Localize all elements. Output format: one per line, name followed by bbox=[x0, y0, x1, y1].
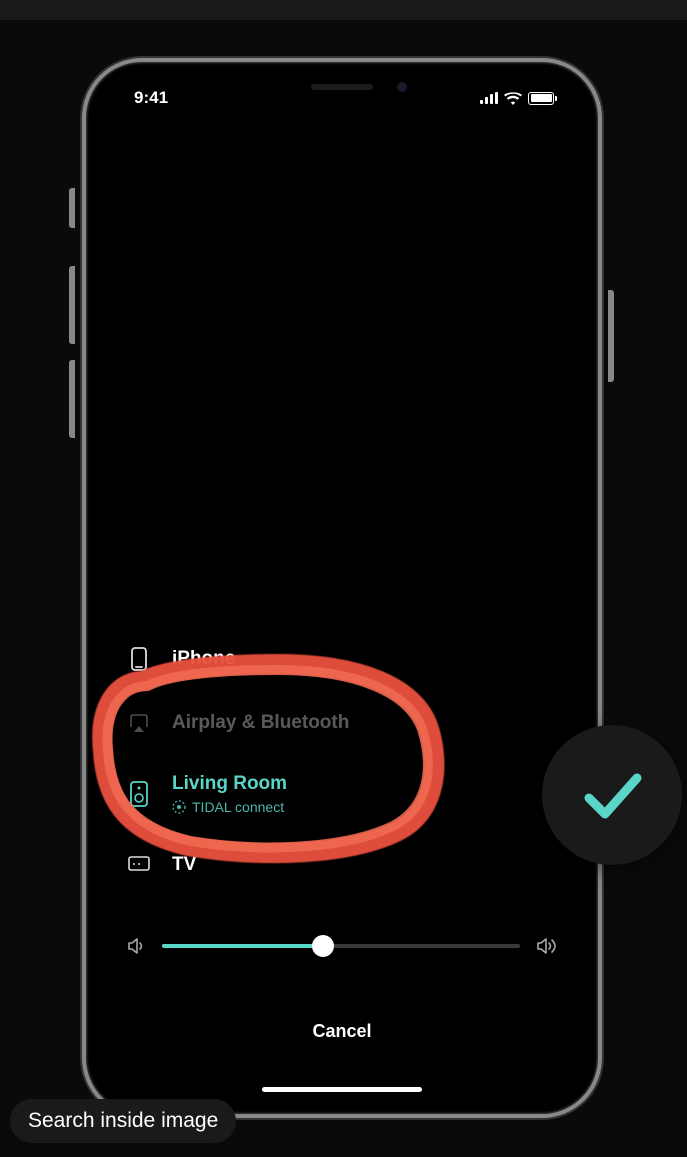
wifi-icon bbox=[504, 92, 522, 105]
volume-thumb[interactable] bbox=[312, 935, 334, 957]
status-bar: 9:41 bbox=[96, 86, 588, 110]
cancel-button[interactable]: Cancel bbox=[312, 1021, 371, 1042]
device-label: iPhone bbox=[172, 648, 235, 670]
tidal-connect-icon bbox=[172, 800, 186, 814]
device-item-tv[interactable]: TV bbox=[128, 833, 556, 897]
volume-low-icon[interactable] bbox=[126, 936, 146, 956]
volume-high-icon[interactable] bbox=[536, 936, 558, 956]
airplay-icon bbox=[128, 709, 150, 737]
phone-power-button bbox=[608, 290, 614, 382]
phone-frame: 9:41 bbox=[82, 58, 602, 1118]
status-right bbox=[480, 92, 560, 105]
device-item-living-room[interactable]: Living Room TIDAL connect bbox=[128, 755, 556, 833]
device-label: Airplay & Bluetooth bbox=[172, 712, 349, 734]
device-sublabel-row: TIDAL connect bbox=[172, 799, 287, 815]
checkmark-icon bbox=[573, 756, 651, 834]
speaker-icon bbox=[128, 780, 150, 808]
search-inside-image-chip[interactable]: Search inside image bbox=[10, 1099, 236, 1143]
phone-mute-switch bbox=[69, 188, 75, 228]
phone-volume-up bbox=[69, 266, 75, 344]
volume-fill bbox=[162, 944, 323, 948]
page-top-bar bbox=[0, 0, 687, 20]
phone-icon bbox=[128, 645, 150, 673]
phone-screen: 9:41 bbox=[96, 72, 588, 1104]
device-label: Living Room bbox=[172, 773, 287, 795]
status-time: 9:41 bbox=[124, 88, 168, 108]
checkmark-badge[interactable] bbox=[542, 725, 682, 865]
device-item-iphone[interactable]: iPhone bbox=[128, 627, 556, 691]
volume-row bbox=[126, 936, 558, 956]
device-label: TV bbox=[172, 854, 196, 876]
cellular-signal-icon bbox=[480, 92, 498, 104]
tv-icon bbox=[128, 851, 150, 879]
phone-volume-down bbox=[69, 360, 75, 438]
device-sublabel: TIDAL connect bbox=[192, 799, 284, 815]
device-list: iPhone Airplay & Bluetooth bbox=[96, 627, 588, 897]
home-indicator[interactable] bbox=[262, 1087, 422, 1092]
device-item-airplay[interactable]: Airplay & Bluetooth bbox=[128, 691, 556, 755]
battery-icon bbox=[528, 92, 554, 105]
volume-slider[interactable] bbox=[162, 944, 520, 948]
